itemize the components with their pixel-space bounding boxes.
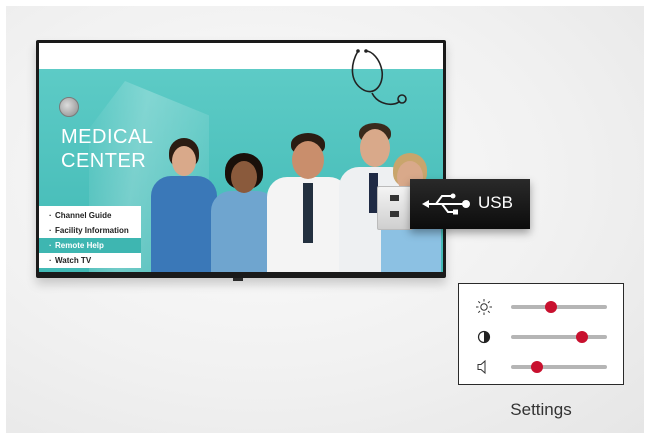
setting-volume xyxy=(459,356,625,378)
menu-item-label: Remote Help xyxy=(55,241,104,250)
tv-stand xyxy=(233,278,243,281)
menu-item-label: Facility Information xyxy=(55,226,129,235)
slider-knob[interactable] xyxy=(545,301,558,313)
doctor-figure-1 xyxy=(149,138,219,272)
stethoscope-icon xyxy=(351,49,407,106)
screen-menu: · Channel Guide · Facility Information · Re… xyxy=(39,206,141,268)
usb-contact xyxy=(390,195,399,201)
speaker-icon xyxy=(477,359,486,375)
setting-contrast xyxy=(459,326,625,348)
medical-logo-icon xyxy=(59,97,79,117)
menu-item-channel-guide[interactable]: · Channel Guide xyxy=(39,208,141,223)
usb-icon xyxy=(422,193,470,215)
usb-stick xyxy=(377,186,413,230)
brightness-icon xyxy=(476,299,492,315)
menu-item-facility-information[interactable]: · Facility Information xyxy=(39,223,141,238)
menu-item-remote-help[interactable]: · Remote Help xyxy=(39,238,141,253)
tv-screen: MEDICAL CENTER · Channel Guide · Facilit… xyxy=(39,43,443,272)
slider-knob[interactable] xyxy=(530,361,543,373)
brightness-slider[interactable] xyxy=(511,301,607,313)
usb-label: USB xyxy=(478,193,513,212)
setting-brightness xyxy=(459,296,625,318)
menu-item-label: Channel Guide xyxy=(55,211,112,220)
contrast-icon xyxy=(477,330,491,344)
usb-contact xyxy=(390,211,399,217)
menu-item-label: Watch TV xyxy=(55,256,92,265)
settings-caption: Settings xyxy=(510,400,572,419)
volume-slider[interactable] xyxy=(511,361,607,373)
slider-knob[interactable] xyxy=(576,331,589,343)
contrast-slider[interactable] xyxy=(511,331,607,343)
usb-badge: USB xyxy=(410,179,530,229)
tv-display: MEDICAL CENTER · Channel Guide · Facilit… xyxy=(36,40,446,278)
settings-panel xyxy=(458,283,624,385)
menu-item-watch-tv[interactable]: · Watch TV xyxy=(39,253,141,268)
